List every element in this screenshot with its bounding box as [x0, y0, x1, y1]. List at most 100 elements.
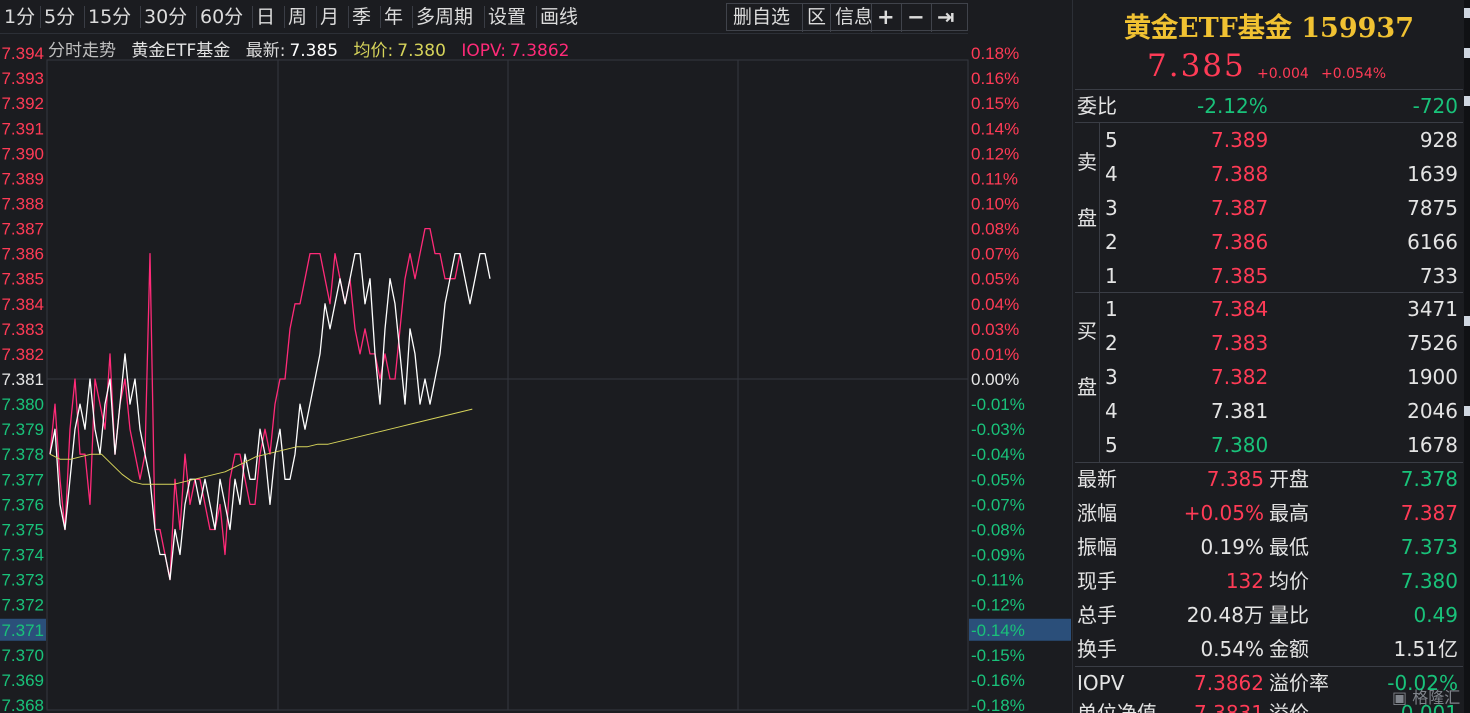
- toolbar-item[interactable]: 60分: [200, 5, 243, 29]
- fund-name: 黄金ETF基金: [131, 41, 231, 61]
- toolbar-right-item[interactable]: 区: [807, 5, 826, 29]
- stat-label: 总手: [1077, 603, 1117, 627]
- toolbar-separator: [802, 4, 803, 32]
- bid-volume: 1900: [1407, 365, 1458, 389]
- pct-tick-label: 0.14%: [971, 119, 1019, 138]
- stat-value: +0.05%: [1183, 501, 1264, 525]
- stat-label: 最新: [1077, 467, 1117, 491]
- y-tick-label: 7.386: [1, 245, 44, 264]
- pct-tick-label: 0.08%: [971, 220, 1019, 239]
- toolbar-separator: [871, 4, 872, 32]
- toolbar-right-item[interactable]: 信息: [835, 5, 873, 29]
- stat-value: 0.54%: [1200, 637, 1264, 661]
- chart-info-bar: 分时走势 黄金ETF基金 最新: 7.385 均价: 7.380 IOPV: 7.38…: [48, 36, 579, 61]
- book-vertical-divider: [1099, 122, 1100, 462]
- y-tick-label: 7.383: [1, 320, 44, 339]
- pct-tick-label: 0.00%: [971, 370, 1019, 389]
- weibi-diff: -720: [1412, 94, 1458, 118]
- stat-value: 7.380: [1400, 569, 1458, 593]
- y-tick-label: 7.376: [1, 495, 44, 514]
- pct-tick-label: -0.12%: [971, 596, 1025, 615]
- toolbar-item[interactable]: 年: [384, 5, 403, 29]
- bid-side-label: 买: [1077, 319, 1097, 343]
- toolbar-right-item[interactable]: 删自选: [733, 5, 790, 29]
- ask-level: 4: [1105, 162, 1118, 186]
- weibi-pct: -2.12%: [1197, 94, 1268, 118]
- stat-value: 7.387: [1400, 501, 1458, 525]
- stat-label: 溢价率: [1269, 671, 1329, 695]
- y-tick-label: 7.382: [1, 345, 44, 364]
- y-tick-label: 7.380: [1, 395, 44, 414]
- bid-volume: 2046: [1407, 399, 1458, 423]
- y-tick-label: 7.372: [1, 596, 44, 615]
- watermark-icon: ▣: [1392, 688, 1408, 707]
- bid-volume: 7526: [1407, 331, 1458, 355]
- chart-mode-label: 分时走势: [48, 41, 116, 61]
- ask-side-label: 盘: [1077, 206, 1097, 230]
- toolbar-item[interactable]: 周: [288, 5, 307, 29]
- toolbar-right-group: 删自选区信息 + − ⇥: [726, 3, 968, 32]
- y-tick-label: 7.374: [1, 546, 44, 565]
- bid-price: 7.381: [1211, 399, 1269, 423]
- pct-tick-label: 0.01%: [971, 345, 1019, 364]
- toolbar-separator: [931, 4, 932, 32]
- toolbar-separator: [84, 6, 85, 28]
- toolbar-separator: [901, 4, 902, 32]
- toolbar-item[interactable]: 5分: [44, 5, 75, 29]
- toolbar-item[interactable]: 30分: [144, 5, 187, 29]
- bid-price: 7.384: [1211, 297, 1269, 321]
- toolbar-item[interactable]: 月: [320, 5, 339, 29]
- collapse-right-icon[interactable]: ⇥: [937, 5, 955, 29]
- ask-volume: 7875: [1407, 196, 1458, 220]
- weibi-label: 委比: [1077, 94, 1117, 118]
- iopv-label: IOPV:: [461, 41, 506, 61]
- divider: [1075, 292, 1463, 293]
- pct-tick-label: -0.11%: [971, 571, 1024, 590]
- y-tick-label: 7.385: [1, 270, 44, 289]
- y-tick-label: 7.370: [1, 646, 44, 665]
- pct-tick-label: 0.05%: [971, 270, 1019, 289]
- y-tick-label: 7.391: [1, 119, 44, 138]
- y-tick-label: 7.393: [1, 69, 44, 88]
- toolbar-item[interactable]: 画线: [540, 5, 578, 29]
- toolbar-separator: [196, 6, 197, 28]
- toolbar-separator: [284, 6, 285, 28]
- toolbar-item[interactable]: 季: [352, 5, 371, 29]
- toolbar-item[interactable]: 设置: [488, 5, 526, 29]
- plus-icon[interactable]: +: [877, 5, 895, 29]
- stat-label: 最低: [1269, 535, 1309, 559]
- bid-side-label: 盘: [1077, 375, 1097, 399]
- ask-volume: 1639: [1407, 162, 1458, 186]
- minus-icon[interactable]: −: [907, 5, 925, 29]
- y-tick-label: 7.384: [1, 295, 44, 314]
- avg-label: 均价:: [353, 41, 394, 61]
- y-tick-label: 7.389: [1, 169, 44, 188]
- toolbar-item[interactable]: 多周期: [416, 5, 473, 29]
- intraday-chart[interactable]: 7.394 7.393 7.392 7.391 7.390 7.389 7.388 7.387…: [0, 0, 1072, 713]
- toolbar-item[interactable]: 1分: [4, 5, 35, 29]
- y-tick-label: 7.387: [1, 220, 44, 239]
- stat-label: 涨幅: [1077, 501, 1117, 525]
- ask-price: 7.385: [1211, 264, 1269, 288]
- ask-level: 5: [1105, 128, 1118, 152]
- price-change: +0.004: [1257, 66, 1309, 82]
- price-change-pct: +0.054%: [1321, 66, 1387, 82]
- toolbar-separator: [348, 6, 349, 28]
- stat-label: 最高: [1269, 501, 1309, 525]
- stat-label: 现手: [1077, 569, 1117, 593]
- ask-level: 1: [1105, 264, 1118, 288]
- stat-value: 0.19%: [1200, 535, 1264, 559]
- latest-value: 7.385: [289, 41, 339, 61]
- y-tick-label: 7.388: [1, 194, 44, 213]
- toolbar-item[interactable]: 15分: [88, 5, 131, 29]
- stat-value: 1.51亿: [1393, 637, 1458, 661]
- toolbar-separator: [316, 6, 317, 28]
- pct-tick-label: -0.03%: [971, 420, 1025, 439]
- y-tick-label: 7.371: [1, 621, 44, 640]
- toolbar-item[interactable]: 日: [256, 5, 275, 29]
- stat-label: 单位净值: [1077, 701, 1157, 713]
- divider: [1075, 666, 1463, 667]
- watermark: ▣ 格隆汇: [1392, 684, 1460, 708]
- iopv-value: 7.3862: [509, 41, 570, 61]
- pct-tick-label: 0.15%: [971, 94, 1019, 113]
